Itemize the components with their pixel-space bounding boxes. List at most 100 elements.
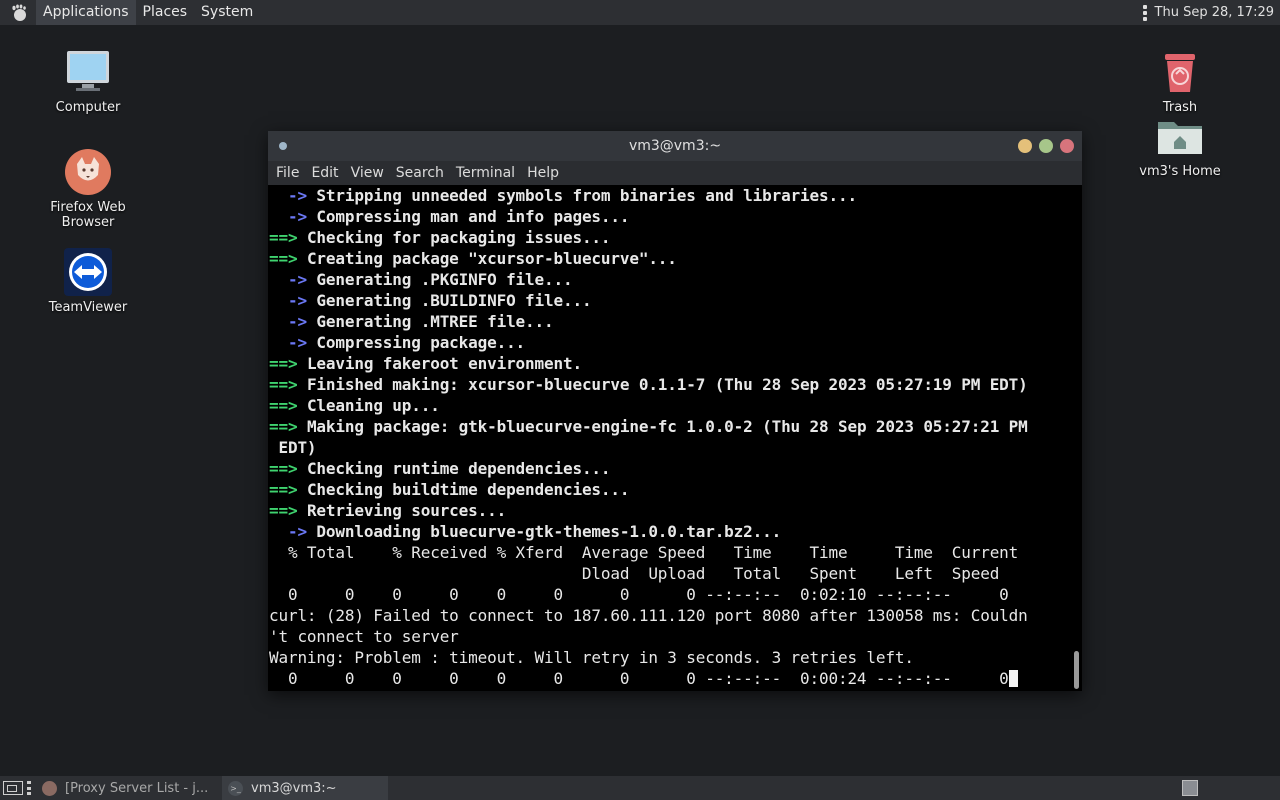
terminal-line: Warning: Problem : timeout. Will retry i…: [269, 647, 1069, 668]
clock[interactable]: Thu Sep 28, 17:29: [1155, 5, 1274, 20]
terminal-line: Dload Upload Total Spent Left Speed: [269, 563, 1069, 584]
home-label: vm3's Home: [1139, 164, 1221, 179]
show-desktop-icon[interactable]: [3, 781, 23, 795]
maximize-button[interactable]: [1039, 139, 1053, 153]
terminal-line-prefix: ==>: [269, 501, 307, 520]
computer-icon: [64, 48, 112, 96]
terminal-line-text: 't connect to server: [269, 627, 459, 646]
terminal-line-prefix: ->: [269, 291, 317, 310]
terminal-line-text: EDT): [269, 438, 317, 457]
terminal-line: ==> Leaving fakeroot environment.: [269, 353, 1069, 374]
terminal-line-prefix: ->: [269, 186, 317, 205]
taskbar-label: vm3@vm3:~: [251, 780, 337, 796]
terminal-line-text: Downloading bluecurve-gtk-themes-1.0.0.t…: [316, 522, 782, 541]
terminal-window: vm3@vm3:~ File Edit View Search Terminal…: [268, 131, 1082, 691]
terminal-line: -> Stripping unneeded symbols from binar…: [269, 185, 1069, 206]
terminal-line: ==> Finished making: xcursor-bluecurve 0…: [269, 374, 1069, 395]
terminal-line-text: % Total % Received % Xferd Average Speed…: [269, 543, 1019, 562]
terminal-line-text: Generating .PKGINFO file...: [316, 270, 573, 289]
terminal-line-prefix: ==>: [269, 375, 307, 394]
menu-help[interactable]: Help: [521, 165, 565, 181]
terminal-line-prefix: ==>: [269, 228, 307, 247]
terminal-line: -> Generating .BUILDINFO file...: [269, 290, 1069, 311]
terminal-line-prefix: ->: [269, 333, 317, 352]
terminal-line: 0 0 0 0 0 0 0 0 --:--:-- 0:02:10 --:--:-…: [269, 584, 1069, 605]
places-menu[interactable]: Places: [136, 0, 195, 25]
menu-view[interactable]: View: [345, 165, 390, 181]
terminal-cursor: [1008, 670, 1018, 687]
close-button[interactable]: [1060, 139, 1074, 153]
terminal-line-text: Making package: gtk-bluecurve-engine-fc …: [306, 417, 1028, 436]
terminal-line: ==> Making package: gtk-bluecurve-engine…: [269, 416, 1069, 437]
workspace-switcher[interactable]: [1182, 780, 1198, 796]
top-panel: Applications Places System Thu Sep 28, 1…: [0, 0, 1280, 25]
desktop-icon-home[interactable]: vm3's Home: [1120, 112, 1240, 179]
minimize-button[interactable]: [1018, 139, 1032, 153]
terminal-line: ==> Retrieving sources...: [269, 500, 1069, 521]
terminal-line-text: Generating .BUILDINFO file...: [316, 291, 592, 310]
computer-label: Computer: [55, 100, 121, 115]
terminal-titlebar[interactable]: vm3@vm3:~: [268, 131, 1082, 161]
firefox-task-icon: [42, 780, 57, 796]
terminal-scrollbar[interactable]: [1074, 185, 1079, 691]
terminal-line-text: Checking for packaging issues...: [306, 228, 611, 247]
system-menu[interactable]: System: [194, 0, 260, 25]
terminal-line: ==> Checking for packaging issues...: [269, 227, 1069, 248]
terminal-line-prefix: ->: [269, 312, 317, 331]
terminal-line-text: Compressing package...: [316, 333, 526, 352]
menu-edit[interactable]: Edit: [305, 165, 344, 181]
terminal-line: ==> Checking runtime dependencies...: [269, 458, 1069, 479]
panel-menu-icon[interactable]: [1142, 4, 1147, 21]
terminal-line-prefix: ==>: [269, 417, 307, 436]
terminal-line-prefix: ==>: [269, 396, 307, 415]
gnome-foot-icon[interactable]: [8, 2, 30, 24]
terminal-line-text: Checking buildtime dependencies...: [306, 480, 630, 499]
top-menu-bar: Applications Places System: [36, 0, 260, 25]
terminal-title: vm3@vm3:~: [628, 138, 722, 154]
terminal-line-prefix: ==>: [269, 249, 307, 268]
menu-file[interactable]: File: [270, 165, 305, 181]
terminal-line-text: Cleaning up...: [306, 396, 440, 415]
terminal-line-prefix: ->: [269, 270, 317, 289]
terminal-line: 't connect to server: [269, 626, 1069, 647]
terminal-output[interactable]: -> Stripping unneeded symbols from binar…: [268, 185, 1082, 691]
home-folder-icon: [1156, 112, 1204, 160]
terminal-line-text: Compressing man and info pages...: [316, 207, 630, 226]
terminal-line: -> Generating .PKGINFO file...: [269, 269, 1069, 290]
terminal-line-text: Stripping unneeded symbols from binaries…: [316, 186, 857, 205]
terminal-scrollbar-thumb[interactable]: [1074, 651, 1079, 689]
taskbar-item-firefox[interactable]: [Proxy Server List - j...: [36, 776, 222, 800]
menu-terminal[interactable]: Terminal: [450, 165, 521, 181]
terminal-line: curl: (28) Failed to connect to 187.60.1…: [269, 605, 1069, 626]
terminal-line: -> Compressing man and info pages...: [269, 206, 1069, 227]
terminal-line-text: Checking runtime dependencies...: [306, 459, 611, 478]
teamviewer-label: TeamViewer: [48, 300, 128, 315]
terminal-line: ==> Creating package "xcursor-bluecurve"…: [269, 248, 1069, 269]
terminal-line-text: curl: (28) Failed to connect to 187.60.1…: [269, 606, 1028, 625]
firefox-label: Firefox Web Browser: [50, 200, 126, 230]
taskbar-label: [Proxy Server List - j...: [65, 780, 209, 796]
terminal-line-text: Creating package "xcursor-bluecurve"...: [306, 249, 677, 268]
terminal-line: EDT): [269, 437, 1069, 458]
trash-icon: [1156, 48, 1204, 96]
desktop-icon-teamviewer[interactable]: TeamViewer: [28, 248, 148, 315]
desktop-icon-computer[interactable]: Computer: [28, 48, 148, 115]
terminal-line: ==> Cleaning up...: [269, 395, 1069, 416]
panel-handle-icon[interactable]: [27, 781, 32, 795]
terminal-line: ==> Checking buildtime dependencies...: [269, 479, 1069, 500]
terminal-line-text: 0 0 0 0 0 0 0 0 --:--:-- 0:00:24 --:--:-…: [269, 669, 1009, 688]
teamviewer-icon: [64, 248, 112, 296]
terminal-line-text: Retrieving sources...: [306, 501, 507, 520]
desktop-icon-firefox[interactable]: Firefox Web Browser: [28, 148, 148, 230]
taskbar-item-terminal[interactable]: >_ vm3@vm3:~: [222, 776, 388, 800]
desktop-icon-trash[interactable]: Trash: [1120, 48, 1240, 115]
bottom-panel: [Proxy Server List - j... >_ vm3@vm3:~: [0, 776, 1280, 800]
window-menu-icon[interactable]: [279, 142, 287, 150]
terminal-lines: -> Stripping unneeded symbols from binar…: [269, 185, 1069, 689]
terminal-line-text: Leaving fakeroot environment.: [306, 354, 582, 373]
menu-search[interactable]: Search: [390, 165, 450, 181]
terminal-line-prefix: ==>: [269, 459, 307, 478]
terminal-line-text: Generating .MTREE file...: [316, 312, 554, 331]
applications-menu[interactable]: Applications: [36, 0, 136, 25]
terminal-line-prefix: ==>: [269, 480, 307, 499]
